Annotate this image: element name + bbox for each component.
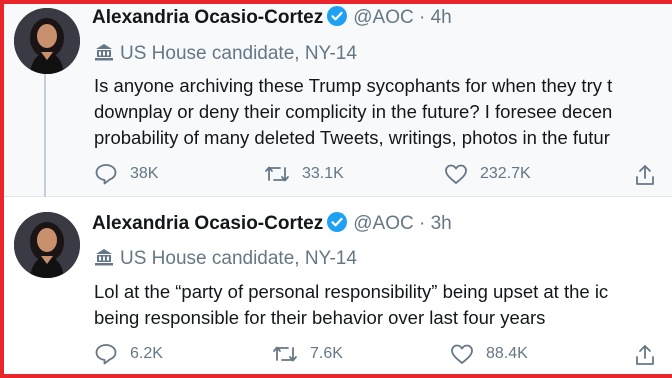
highlight-frame — [0, 0, 672, 378]
